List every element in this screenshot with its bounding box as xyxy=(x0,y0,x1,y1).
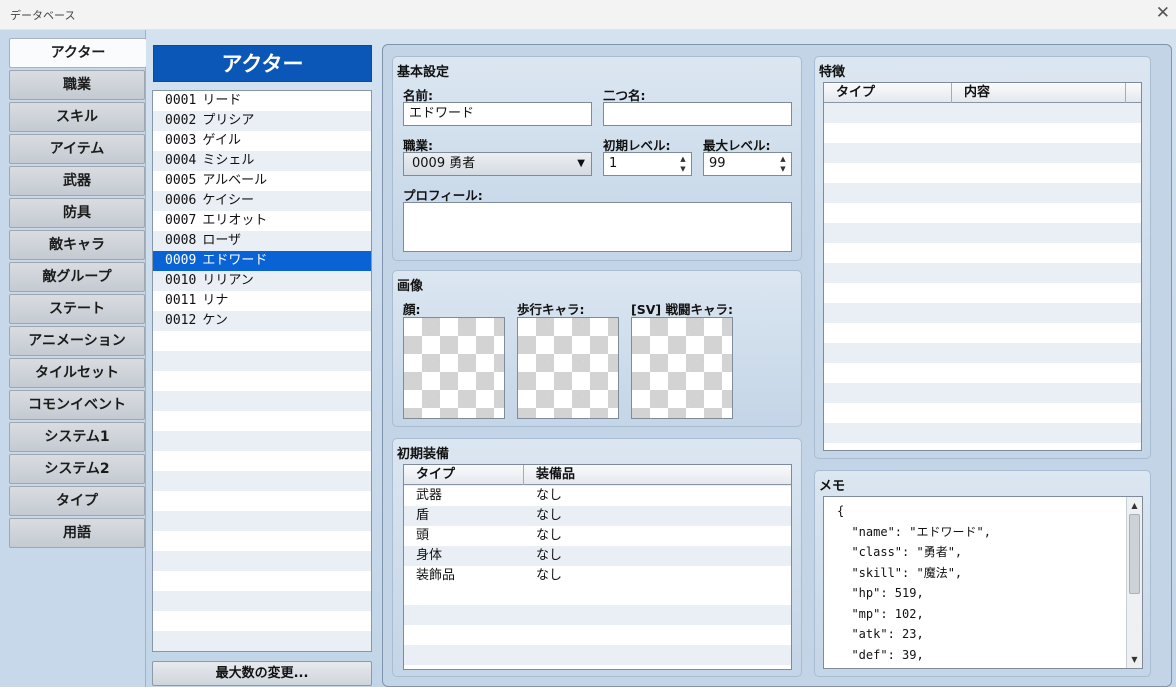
list-item[interactable]: 0004 ミシェル xyxy=(153,151,371,171)
traits-title: 特徴 xyxy=(819,65,846,80)
actor-list[interactable]: 0001 リード 0002 プリシア 0003 ゲイル 0004 ミシェル 0005 アル… xyxy=(152,90,372,652)
list-item[interactable]: 0008 ローザ xyxy=(153,231,371,251)
name-field[interactable]: エドワード xyxy=(403,102,592,126)
initial-equipment-panel: 初期装備 タイプ 装備品 武器 なし 盾なし 頭なし 身体 なし 装飾品 なし xyxy=(392,438,802,677)
traits-table-header: タイプ 内容 xyxy=(824,83,1141,103)
tab-weapons[interactable]: 武器 xyxy=(9,166,145,196)
initial-level-value: 1 xyxy=(609,156,618,171)
tab-troops[interactable]: 敵グループ xyxy=(9,262,145,292)
class-select[interactable]: 0009 勇者 ▼ xyxy=(403,152,592,176)
list-item[interactable]: 0003 ゲイル xyxy=(153,131,371,151)
table-row[interactable]: 身体 なし xyxy=(404,546,791,566)
tab-skills[interactable]: スキル xyxy=(9,102,145,132)
class-select-value: 0009 勇者 xyxy=(412,156,476,171)
list-item[interactable]: 0002 プリシア xyxy=(153,111,371,131)
list-item[interactable]: 0010 リリアン xyxy=(153,271,371,291)
walk-character-label: 歩行キャラ: xyxy=(517,302,585,317)
memo-panel: メモ { "name": "エドワード", "class": "勇者", "sk… xyxy=(814,470,1151,677)
nickname-field[interactable] xyxy=(603,102,792,126)
column-header-content[interactable]: 内容 xyxy=(952,83,1126,103)
initial-equipment-title: 初期装備 xyxy=(397,447,450,462)
traits-table[interactable]: タイプ 内容 xyxy=(823,82,1142,451)
basic-settings-title: 基本設定 xyxy=(397,65,450,80)
spinner-arrows-icon[interactable]: ▲ ▼ xyxy=(778,154,788,174)
list-item[interactable]: 0007 エリオット xyxy=(153,211,371,231)
memo-textarea[interactable]: { "name": "エドワード", "class": "勇者", "skill… xyxy=(823,496,1143,669)
memo-scrollbar[interactable]: ▲ ▼ xyxy=(1126,497,1142,668)
walk-character-image-slot[interactable] xyxy=(517,317,619,419)
memo-text: { "name": "エドワード", "class": "勇者", "skill… xyxy=(837,504,991,662)
profile-textarea[interactable] xyxy=(403,202,792,252)
scroll-down-icon[interactable]: ▼ xyxy=(1127,652,1142,667)
list-item[interactable]: 0005 アルベール xyxy=(153,171,371,191)
max-level-spinner[interactable]: 99 ▲ ▼ xyxy=(703,152,792,176)
basic-settings-panel: 基本設定 名前: エドワード 二つ名: 職業: 0009 勇者 ▼ 初期レベル: … xyxy=(392,56,802,261)
initial-level-spinner[interactable]: 1 ▲ ▼ xyxy=(603,152,692,176)
column-header-equipment[interactable]: 装備品 xyxy=(524,465,791,485)
traits-panel: 特徴 タイプ 内容 xyxy=(814,56,1151,459)
tab-animations[interactable]: アニメーション xyxy=(9,326,145,356)
tab-tilesets[interactable]: タイルセット xyxy=(9,358,145,388)
close-icon[interactable]: ✕ xyxy=(1156,3,1170,23)
database-tabs: アクター 職業 スキル アイテム 武器 防具 敵キャラ 敵グループ ステート ア… xyxy=(9,38,146,550)
tab-armors[interactable]: 防具 xyxy=(9,198,145,228)
spinner-arrows-icon[interactable]: ▲ ▼ xyxy=(678,154,688,174)
equipment-table-header: タイプ 装備品 xyxy=(404,465,791,485)
table-row[interactable]: 武器 なし xyxy=(404,486,791,506)
list-item-selected[interactable]: 0009 エドワード xyxy=(153,251,371,271)
tab-common-events[interactable]: コモンイベント xyxy=(9,390,145,420)
tab-actors[interactable]: アクター xyxy=(9,38,146,68)
tab-system1[interactable]: システム1 xyxy=(9,422,145,452)
scroll-up-icon[interactable]: ▲ xyxy=(1127,498,1142,513)
sv-battler-image-slot[interactable] xyxy=(631,317,733,419)
face-image-slot[interactable] xyxy=(403,317,505,419)
list-item[interactable]: 0001 リード xyxy=(153,91,371,111)
window-title: データベース xyxy=(10,9,76,22)
tab-terms[interactable]: 用語 xyxy=(9,518,145,548)
tab-types[interactable]: タイプ xyxy=(9,486,145,516)
column-header-type[interactable]: タイプ xyxy=(824,83,952,103)
images-panel: 画像 顔: 歩行キャラ: [SV] 戦闘キャラ: xyxy=(392,270,802,427)
tab-items[interactable]: アイテム xyxy=(9,134,145,164)
tab-states[interactable]: ステート xyxy=(9,294,145,324)
column-header-type[interactable]: タイプ xyxy=(404,465,524,485)
face-label: 顔: xyxy=(403,302,421,317)
tab-enemies[interactable]: 敵キャラ xyxy=(9,230,145,260)
change-maximum-button[interactable]: 最大数の変更... xyxy=(152,661,372,686)
images-title: 画像 xyxy=(397,279,424,294)
list-item[interactable]: 0006 ケイシー xyxy=(153,191,371,211)
chevron-down-icon: ▼ xyxy=(577,158,585,169)
max-level-value: 99 xyxy=(709,156,726,171)
list-title: アクター xyxy=(153,45,372,82)
table-row[interactable]: 装飾品 なし xyxy=(404,566,791,586)
window-titlebar: データベース ✕ xyxy=(0,0,1176,30)
equipment-table[interactable]: タイプ 装備品 武器 なし 盾なし 頭なし 身体 なし 装飾品 なし xyxy=(403,464,792,670)
scrollbar-thumb[interactable] xyxy=(1129,514,1140,594)
table-row[interactable]: 盾なし xyxy=(404,506,791,526)
editor-area: 基本設定 名前: エドワード 二つ名: 職業: 0009 勇者 ▼ 初期レベル: … xyxy=(382,44,1172,687)
table-row[interactable]: 頭なし xyxy=(404,526,791,546)
tab-system2[interactable]: システム2 xyxy=(9,454,145,484)
memo-title: メモ xyxy=(819,479,846,494)
list-item[interactable]: 0012 ケン xyxy=(153,311,371,331)
sv-battler-label: [SV] 戦闘キャラ: xyxy=(631,302,733,317)
list-item[interactable]: 0011 リナ xyxy=(153,291,371,311)
tab-classes[interactable]: 職業 xyxy=(9,70,145,100)
